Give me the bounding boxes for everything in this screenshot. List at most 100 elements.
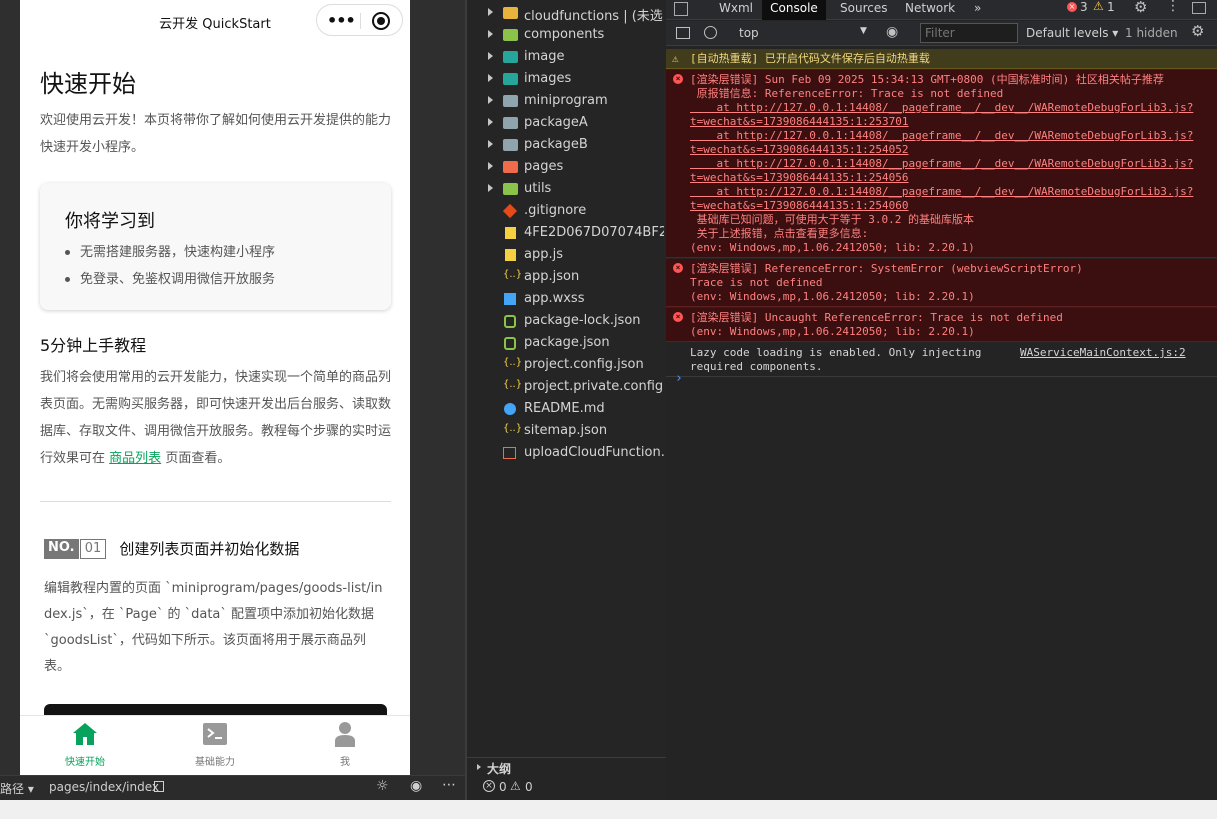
file-tree-item[interactable]: .gitignore [467,200,668,222]
file-explorer: cloudfunctions | (未选... components image im… [465,0,668,800]
console-line: at http://127.0.0.1:14408/__pageframe__/… [690,185,1194,198]
copy-icon[interactable] [154,781,164,792]
devtools-panel: Wxml Console Sources Network » × 3 ⚠ 1 ⚙… [666,0,1217,800]
file-tree-item[interactable]: miniprogram [467,90,668,112]
shell-file-icon [503,447,516,459]
folder-icon [503,73,518,85]
tab-sources[interactable]: Sources [832,0,895,20]
file-name: uploadCloudFunction.sh [524,445,664,460]
file-name: 4FE2D067D07074BF29... [524,225,664,240]
goods-list-link[interactable]: 商品列表 [109,451,161,466]
capsule-menu: ••• [316,4,403,36]
file-tree-item[interactable]: package-lock.json [467,310,668,332]
eye-icon[interactable]: ◉ [886,24,898,40]
chevron-right-icon [488,140,493,148]
filter-input[interactable] [920,23,1018,43]
chevron-right-icon [488,162,493,170]
more-icon[interactable]: ⋯ [442,777,456,793]
close-target-icon[interactable] [372,12,390,30]
warning-count[interactable]: 1 [1107,0,1115,14]
console-message[interactable]: × [渲染层错误] Sun Feb 09 2025 15:34:13 GMT+08… [666,70,1217,258]
outline-section[interactable]: 大纲 [467,757,668,777]
tab-console[interactable]: Console [762,0,826,20]
clear-console-icon[interactable] [704,26,717,39]
console-line: Trace is not defined [690,276,823,289]
file-name: packageB [524,137,588,152]
file-tree-item[interactable]: package.json [467,332,668,354]
file-tree-item[interactable]: app.wxss [467,288,668,310]
console-message[interactable]: Lazy code loading is enabled. Only injec… [666,343,1217,377]
inspect-icon[interactable] [674,2,688,16]
chevron-right-icon [488,184,493,192]
learn-item: 免登录、免鉴权调用微信开放服务 [65,268,275,287]
file-tree-item[interactable]: images [467,68,668,90]
file-tree-item[interactable]: {..}project.private.config.js... [467,376,668,398]
css-file-icon [504,293,516,305]
console-line: required components. [690,360,823,373]
console-line: [渲染层错误] Sun Feb 09 2025 15:34:13 GMT+080… [690,73,1164,86]
file-tree-item[interactable]: utils [467,178,668,200]
file-tree-item[interactable]: packageA [467,112,668,134]
json-file-icon: {..} [503,357,523,368]
folder-icon [503,139,518,151]
step-title: 创建列表页面并初始化数据 [119,540,300,558]
file-tree-item[interactable]: app.js [467,244,668,266]
chevron-down-icon: ▼ [860,26,867,36]
window-bottom-strip [0,800,1217,819]
file-tree-item[interactable]: {..} app.json [467,266,668,288]
file-tree-item[interactable]: image [467,46,668,68]
console-prompt-icon[interactable]: › [675,371,683,386]
console-message[interactable]: × [渲染层错误] Uncaught ReferenceError: Trace … [666,308,1217,342]
console-line: [自动热重载] 已开启代码文件保存后自动热重载 [690,52,930,65]
file-tree-item[interactable]: uploadCloudFunction.sh [467,442,668,464]
tab-quickstart[interactable]: 快速开始 [20,716,150,775]
tab-basic-abilities[interactable]: 基础能力 [150,716,280,775]
file-name: image [524,49,565,64]
error-icon: × [673,263,683,273]
file-tree-item[interactable]: components [467,24,668,46]
chevron-right-icon [488,118,493,126]
gear-icon[interactable]: ⚙ [1134,0,1147,16]
levels-dropdown[interactable]: Default levels ▾ [1026,26,1118,40]
console-output: ⚠ [自动热重载] 已开启代码文件保存后自动热重载 × [渲染层错误] Sun Feb… [666,47,1217,800]
chevron-right-icon [488,52,493,60]
more-tabs-icon[interactable]: » [966,0,989,20]
json-file-icon: {..} [503,269,523,280]
file-tree-item[interactable]: 4FE2D067D07074BF29... [467,222,668,244]
file-name: packageA [524,115,588,130]
console-line: 基础库已知问题，可使用大于等于 3.0.2 的基础库版本 [690,213,974,226]
more-dots-icon[interactable]: ••• [327,11,356,30]
file-tree-item[interactable]: cloudfunctions | (未选... [467,2,668,24]
chevron-right-icon [488,96,493,104]
file-tree-item[interactable]: {..} sitemap.json [467,420,668,442]
dock-icon[interactable] [1192,2,1206,14]
file-name: images [524,71,572,86]
sidebar-toggle-icon[interactable] [676,27,690,39]
file-name: app.js [524,247,563,262]
path-dropdown[interactable]: 路径 ▾ [0,780,34,797]
bug-icon[interactable]: ☼ [376,778,389,794]
file-tree-item[interactable]: {..} project.config.json [467,354,668,376]
kebab-menu-icon[interactable]: ⋮ [1166,0,1180,14]
tab-wxml[interactable]: Wxml [711,0,761,20]
console-message[interactable]: × [渲染层错误] ReferenceError: SystemError (we… [666,259,1217,307]
step-no-label: NO. [44,538,79,559]
eye-icon[interactable]: ◉ [410,778,422,794]
tab-me[interactable]: 我 [280,716,410,775]
console-message[interactable]: ⚠ [自动热重载] 已开启代码文件保存后自动热重载 [666,49,1217,69]
source-link[interactable]: WAServiceMainContext.js:2 [1020,346,1186,360]
file-tree-item[interactable]: README.md [467,398,668,420]
problems-status[interactable]: × 0 ⚠ 0 [467,777,668,799]
console-line: at http://127.0.0.1:14408/__pageframe__/… [690,157,1194,170]
console-toolbar: top ▼ ◉ Default levels ▾ 1 hidden ⚙ [666,21,1217,46]
page-path: pages/index/index [49,780,159,794]
file-name: .gitignore [524,203,587,218]
tab-network[interactable]: Network [897,0,963,20]
context-select[interactable]: top ▼ [726,24,874,43]
file-tree-item[interactable]: pages [467,156,668,178]
file-tree-item[interactable]: packageB [467,134,668,156]
console-line: t=wechat&s=1739086444135:1:254056 [690,171,909,184]
error-count[interactable]: 3 [1080,0,1088,14]
console-settings-icon[interactable]: ⚙ [1191,22,1204,40]
npm-file-icon [504,315,516,328]
